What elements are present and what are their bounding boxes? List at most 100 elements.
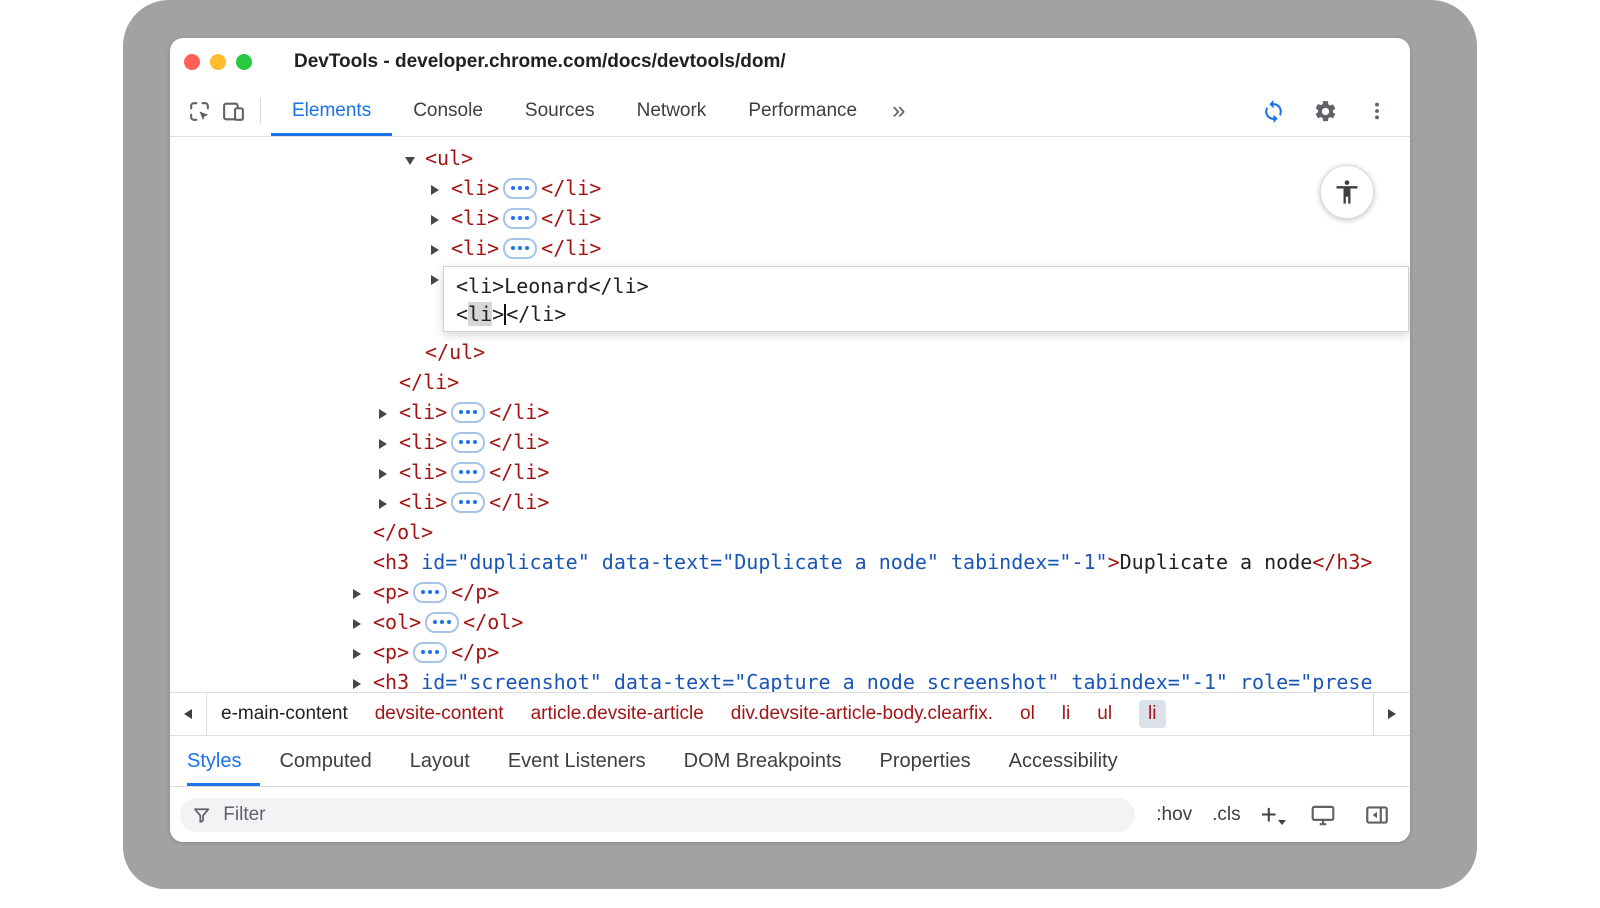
zoom-button[interactable] [236, 54, 252, 70]
inline-expand-button[interactable] [413, 582, 447, 603]
rendering-emulations-button[interactable] [1306, 798, 1340, 832]
tab-computed[interactable]: Computed [260, 736, 390, 786]
dom-tree-row[interactable]: <li></li> [170, 173, 1410, 203]
dom-tree-row[interactable]: <h3 id="screenshot" data-text="Capture a… [170, 667, 1410, 692]
settings-button[interactable] [1308, 94, 1342, 128]
breadcrumb-scroll-right-button[interactable] [1373, 693, 1410, 735]
inline-expand-button[interactable] [503, 178, 537, 199]
element-classes-button[interactable]: .cls [1212, 804, 1241, 826]
more-tabs-button[interactable]: » [882, 97, 915, 125]
expand-arrow-icon[interactable] [379, 429, 399, 459]
menu-button[interactable] [1360, 94, 1394, 128]
expand-arrow-icon[interactable] [353, 639, 373, 669]
dom-edit-box[interactable]: <li>Leonard</li><li></li> [443, 266, 1409, 332]
collapse-arrow-icon[interactable] [405, 145, 425, 175]
dom-tree-rows: <ul><li></li><li></li><li></li><li>Leona… [170, 143, 1410, 692]
expand-arrow-icon[interactable] [379, 489, 399, 519]
dom-tree-row[interactable]: <p></p> [170, 637, 1410, 667]
filter-input[interactable] [221, 803, 1123, 827]
breadcrumb-item-e-main-content[interactable]: e-main-content [221, 703, 348, 725]
tab-layout[interactable]: Layout [391, 736, 489, 786]
dom-tree-row[interactable]: </ol> [170, 517, 1410, 547]
expand-arrow-icon[interactable] [353, 609, 373, 639]
tab-styles[interactable]: Styles [187, 736, 260, 786]
inline-expand-button[interactable] [451, 462, 485, 483]
expand-arrow-icon[interactable] [353, 669, 373, 693]
code-token: <li> [399, 490, 447, 514]
breadcrumb-scroll-left-button[interactable] [170, 693, 207, 735]
toggle-element-state-button[interactable]: :hov [1156, 804, 1192, 826]
inline-expand-button[interactable] [503, 208, 537, 229]
expand-arrow-icon[interactable] [379, 399, 399, 429]
inspect-button[interactable] [182, 94, 216, 128]
dom-tree-row[interactable]: <li></li> [170, 203, 1410, 233]
code-token: "screenshot" [457, 670, 602, 692]
inline-expand-button[interactable] [413, 642, 447, 663]
breadcrumb-item-devsite-content[interactable]: devsite-content [375, 703, 504, 725]
dom-tree-row[interactable]: <li>Leonard</li><li></li> [170, 263, 1410, 337]
breadcrumb-item-ol[interactable]: ol [1020, 703, 1035, 725]
dom-tree-row[interactable]: <li></li> [170, 397, 1410, 427]
edit-token: </li> [506, 302, 566, 326]
dom-tree-row[interactable]: <p></p> [170, 577, 1410, 607]
inline-expand-button[interactable] [451, 402, 485, 423]
code-token: </ol> [463, 610, 523, 634]
edit-token: < [456, 302, 468, 326]
dom-tree-row[interactable]: <h3 id="duplicate" data-text="Duplicate … [170, 547, 1410, 577]
code-token: </h3> [1312, 550, 1372, 574]
dom-tree-row[interactable]: <li></li> [170, 233, 1410, 263]
expand-arrow-icon[interactable] [353, 579, 373, 609]
tab-performance[interactable]: Performance [727, 86, 878, 136]
tab-network[interactable]: Network [616, 86, 728, 136]
close-button[interactable] [184, 54, 200, 70]
expand-arrow-icon[interactable] [431, 235, 451, 265]
tab-properties[interactable]: Properties [861, 736, 990, 786]
sidebar-toggle-icon [1364, 802, 1390, 828]
inline-expand-button[interactable] [503, 238, 537, 259]
code-token: <h3 [373, 550, 409, 574]
expand-arrow-icon[interactable] [379, 459, 399, 489]
accessibility-button[interactable] [1320, 165, 1374, 219]
filter-funnel-icon [192, 805, 211, 825]
breadcrumb-item-li[interactable]: li [1062, 703, 1070, 725]
inline-expand-button[interactable] [451, 492, 485, 513]
filter-field[interactable] [180, 798, 1135, 832]
breadcrumb-item-div-devsite-article-body-clearfix-[interactable]: div.devsite-article-body.clearfix. [731, 703, 993, 725]
code-token: <li> [451, 236, 499, 260]
code-token: <li> [399, 400, 447, 424]
code-token: Duplicate a node [1120, 550, 1313, 574]
sync-button[interactable] [1256, 94, 1290, 128]
tab-console[interactable]: Console [392, 86, 504, 136]
dom-tree-row[interactable]: <ol></ol> [170, 607, 1410, 637]
device-toolbar-button[interactable] [216, 94, 250, 128]
plus-icon: + [1261, 804, 1277, 826]
code-token [939, 550, 951, 574]
code-token [1228, 670, 1240, 692]
expand-arrow-icon[interactable] [431, 205, 451, 235]
dom-tree-row[interactable]: <ul> [170, 143, 1410, 173]
tab-sources[interactable]: Sources [504, 86, 616, 136]
breadcrumb-item-article-devsite-article[interactable]: article.devsite-article [531, 703, 704, 725]
tab-accessibility[interactable]: Accessibility [990, 736, 1137, 786]
dom-tree-row[interactable]: <li></li> [170, 487, 1410, 517]
toggle-sidebar-button[interactable] [1360, 798, 1394, 832]
code-token: tabindex= [951, 550, 1059, 574]
edit-line: <li></li> [456, 300, 1408, 328]
dom-tree-row[interactable]: </li> [170, 367, 1410, 397]
inline-expand-button[interactable] [451, 432, 485, 453]
dom-tree-row[interactable]: </ul> [170, 337, 1410, 367]
expand-arrow-icon[interactable] [431, 175, 451, 205]
breadcrumb-item-li[interactable]: li [1139, 700, 1165, 728]
new-style-rule-button[interactable]: + [1261, 804, 1286, 826]
code-token: "-1" [1059, 550, 1107, 574]
dom-tree-row[interactable]: <li></li> [170, 427, 1410, 457]
code-token: id= [421, 550, 457, 574]
dom-tree-row[interactable]: <li></li> [170, 457, 1410, 487]
tab-elements[interactable]: Elements [271, 86, 392, 136]
breadcrumb-item-ul[interactable]: ul [1097, 703, 1112, 725]
tab-dom-breakpoints[interactable]: DOM Breakpoints [665, 736, 861, 786]
tab-event-listeners[interactable]: Event Listeners [489, 736, 665, 786]
inline-expand-button[interactable] [425, 612, 459, 633]
minimize-button[interactable] [210, 54, 226, 70]
device-frame: DevTools - developer.chrome.com/docs/dev… [123, 0, 1477, 889]
